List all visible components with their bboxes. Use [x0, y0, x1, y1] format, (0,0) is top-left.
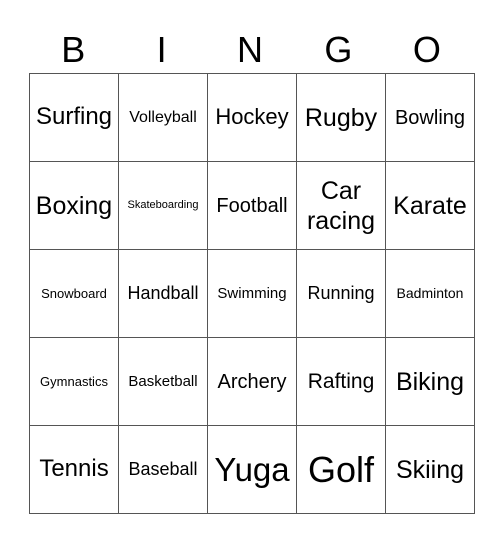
bingo-cell[interactable]: Badminton — [385, 249, 475, 338]
bingo-cell[interactable]: Hockey — [207, 73, 297, 162]
bingo-cell[interactable]: Swimming — [207, 249, 297, 338]
grid-row: Tennis Baseball Yuga Golf Skiing — [29, 425, 475, 514]
bingo-cell[interactable]: Football — [207, 161, 297, 250]
bingo-cell[interactable]: Rafting — [296, 337, 386, 426]
bingo-cell[interactable]: Volleyball — [118, 73, 208, 162]
header-letter-i: I — [156, 29, 167, 70]
bingo-cell[interactable]: Running — [296, 249, 386, 338]
grid-row: Snowboard Handball Swimming Running Badminto… — [29, 249, 475, 338]
bingo-cell[interactable]: Tennis — [29, 425, 119, 514]
bingo-cell[interactable]: Archery — [207, 337, 297, 426]
bingo-cell[interactable]: Biking — [385, 337, 475, 426]
bingo-cell[interactable]: Snowboard — [29, 249, 119, 338]
bingo-cell[interactable]: Car racing — [296, 161, 386, 250]
bingo-cell[interactable]: Surfing — [29, 73, 119, 162]
grid-row: Surfing Volleyball Hockey Rugby Bowling — [29, 73, 475, 162]
grid-row: Gymnastics Basketball Archery Rafting Biking — [29, 337, 475, 426]
bingo-card-grid: Surfing Volleyball Hockey Rugby Bowling Boxin… — [29, 73, 475, 514]
bingo-cell[interactable]: Handball — [118, 249, 208, 338]
bingo-cell[interactable]: Karate — [385, 161, 475, 250]
bingo-cell[interactable]: Golf — [296, 425, 386, 514]
header-letter-n: N — [237, 29, 264, 70]
bingo-cell[interactable]: Rugby — [296, 73, 386, 162]
bingo-cell[interactable]: Gymnastics — [29, 337, 119, 426]
bingo-cell[interactable]: Bowling — [385, 73, 475, 162]
bingo-cell[interactable]: Basketball — [118, 337, 208, 426]
bingo-cell[interactable]: Baseball — [118, 425, 208, 514]
header-letter-g: G — [324, 29, 353, 70]
bingo-header: B I N G O — [29, 28, 471, 72]
header-letter-o: O — [412, 29, 441, 70]
bingo-cell[interactable]: Boxing — [29, 161, 119, 250]
bingo-cell[interactable]: Yuga — [207, 425, 297, 514]
header-letter-b: B — [61, 29, 86, 70]
bingo-cell[interactable]: Skateboarding — [118, 161, 208, 250]
grid-row: Boxing Skateboarding Football Car racing Kar… — [29, 161, 475, 250]
bingo-cell[interactable]: Skiing — [385, 425, 475, 514]
